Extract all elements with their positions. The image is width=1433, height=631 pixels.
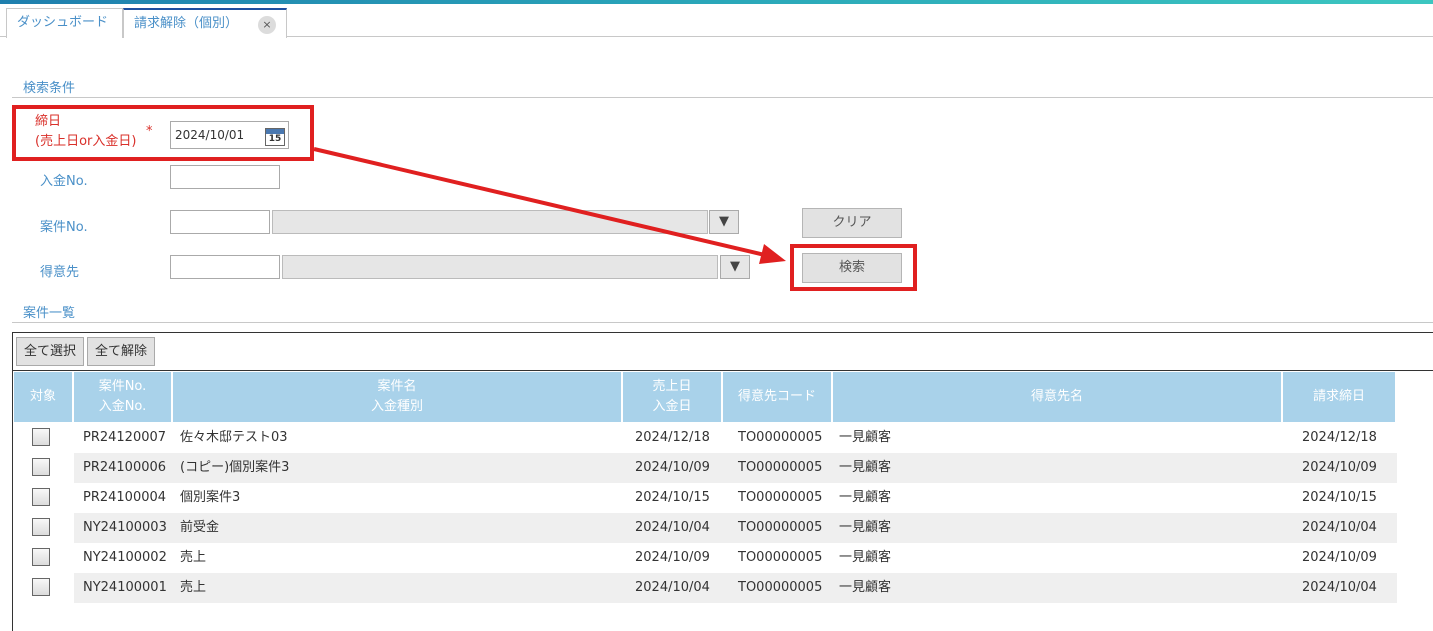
header-closing-date-label: 請求締日 bbox=[1312, 389, 1365, 404]
row-customer-code: TO00000005 bbox=[738, 580, 823, 595]
row-sales-date: 2024/10/09 bbox=[635, 460, 710, 475]
row-project-no: NY24100001 bbox=[83, 580, 167, 595]
header-customer-name-label: 得意先名 bbox=[1030, 389, 1083, 404]
header-customer-code-label: 得意先コード bbox=[737, 389, 816, 404]
row-customer-code: TO00000005 bbox=[738, 520, 823, 535]
row-checkbox[interactable] bbox=[32, 428, 50, 446]
table-row[interactable]: PR24100006 (コピー)個別案件3 2024/10/09 TO00000… bbox=[14, 453, 1397, 483]
row-sales-date: 2024/10/04 bbox=[635, 580, 710, 595]
header-customer-name[interactable]: 得意先名 bbox=[833, 372, 1283, 422]
header-project-no[interactable]: 案件No. 入金No. bbox=[74, 372, 173, 422]
header-project-no-line1: 案件No. bbox=[98, 379, 147, 394]
row-project-name: 前受金 bbox=[180, 520, 220, 535]
row-customer-name: 一見顧客 bbox=[839, 580, 892, 595]
row-project-no: NY24100002 bbox=[83, 550, 167, 565]
header-sales-date-line2: 入金日 bbox=[652, 399, 692, 414]
table-row[interactable]: NY24100001 売上 2024/10/04 TO00000005 一見顧客… bbox=[14, 573, 1397, 603]
row-project-no: PR24120007 bbox=[83, 430, 167, 445]
row-sales-date: 2024/10/15 bbox=[635, 490, 710, 505]
row-closing-date: 2024/10/09 bbox=[1302, 550, 1377, 565]
row-checkbox[interactable] bbox=[32, 458, 50, 476]
row-project-name: (コピー)個別案件3 bbox=[180, 460, 290, 475]
row-checkbox[interactable] bbox=[32, 548, 50, 566]
row-customer-name: 一見顧客 bbox=[839, 490, 892, 505]
row-customer-code: TO00000005 bbox=[738, 460, 823, 475]
row-project-no: PR24100006 bbox=[83, 460, 167, 475]
row-project-name: 売上 bbox=[180, 580, 207, 595]
toolbar-divider bbox=[12, 370, 1433, 371]
row-customer-name: 一見顧客 bbox=[839, 430, 892, 445]
table-row[interactable]: PR24100004 個別案件3 2024/10/15 TO00000005 一… bbox=[14, 483, 1397, 513]
row-checkbox[interactable] bbox=[32, 578, 50, 596]
header-sales-date-line1: 売上日 bbox=[652, 379, 692, 394]
table-row[interactable]: PR24120007 佐々木邸テスト03 2024/12/18 TO000000… bbox=[14, 423, 1397, 453]
header-closing-date[interactable]: 請求締日 bbox=[1283, 372, 1397, 422]
table-row[interactable]: NY24100003 前受金 2024/10/04 TO00000005 一見顧… bbox=[14, 513, 1397, 543]
row-customer-name: 一見顧客 bbox=[839, 460, 892, 475]
row-project-no: PR24100004 bbox=[83, 490, 167, 505]
table-row[interactable]: NY24100002 売上 2024/10/09 TO00000005 一見顧客… bbox=[14, 543, 1397, 573]
row-checkbox[interactable] bbox=[32, 518, 50, 536]
row-customer-code: TO00000005 bbox=[738, 550, 823, 565]
row-closing-date: 2024/12/18 bbox=[1302, 430, 1377, 445]
row-checkbox[interactable] bbox=[32, 488, 50, 506]
header-target: 対象 bbox=[14, 372, 74, 422]
header-project-name[interactable]: 案件名 入金種別 bbox=[173, 372, 623, 422]
row-closing-date: 2024/10/04 bbox=[1302, 520, 1377, 535]
list-divider bbox=[12, 322, 1433, 323]
header-customer-code[interactable]: 得意先コード bbox=[723, 372, 833, 422]
row-sales-date: 2024/10/09 bbox=[635, 550, 710, 565]
row-project-name: 個別案件3 bbox=[180, 490, 241, 505]
row-project-no: NY24100003 bbox=[83, 520, 167, 535]
header-target-label: 対象 bbox=[29, 389, 56, 404]
list-section-title: 案件一覧 bbox=[23, 306, 76, 321]
row-customer-code: TO00000005 bbox=[738, 430, 823, 445]
row-closing-date: 2024/10/04 bbox=[1302, 580, 1377, 595]
row-customer-name: 一見顧客 bbox=[839, 520, 892, 535]
row-project-name: 売上 bbox=[180, 550, 207, 565]
row-sales-date: 2024/10/04 bbox=[635, 520, 710, 535]
select-all-button[interactable]: 全て選択 bbox=[16, 337, 84, 366]
row-customer-code: TO00000005 bbox=[738, 490, 823, 505]
header-project-name-line1: 案件名 bbox=[377, 379, 417, 394]
row-customer-name: 一見顧客 bbox=[839, 550, 892, 565]
row-closing-date: 2024/10/09 bbox=[1302, 460, 1377, 475]
header-project-name-line2: 入金種別 bbox=[370, 399, 423, 414]
row-closing-date: 2024/10/15 bbox=[1302, 490, 1377, 505]
header-project-no-line2: 入金No. bbox=[98, 399, 147, 414]
row-sales-date: 2024/12/18 bbox=[635, 430, 710, 445]
header-sales-date[interactable]: 売上日 入金日 bbox=[623, 372, 723, 422]
deselect-all-button[interactable]: 全て解除 bbox=[87, 337, 155, 366]
row-project-name: 佐々木邸テスト03 bbox=[180, 430, 288, 445]
